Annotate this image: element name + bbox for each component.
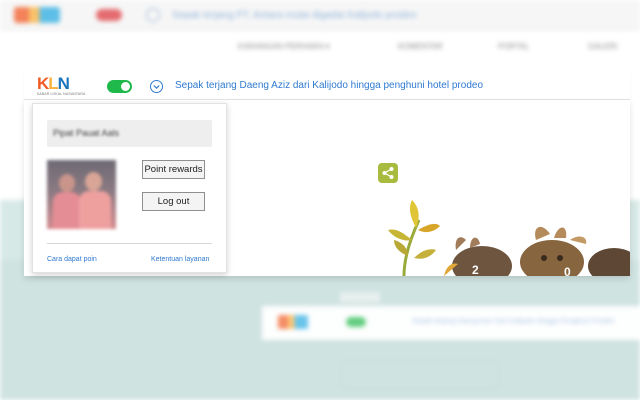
divider (47, 243, 212, 244)
share-icon[interactable] (378, 163, 398, 183)
bg-topbar: Sepak terjang PT. Antara mulai digadai K… (0, 0, 640, 30)
bg-card-toggle (346, 317, 366, 327)
user-popup: Pipat Pauat Aals Point rewards Log out C… (32, 103, 227, 273)
log-out-button[interactable]: Log out (142, 192, 205, 211)
klik-logo[interactable]: KLN KABAR LOKAL NUSANTARA (37, 74, 85, 98)
logo-wordmark: KLN (37, 74, 70, 93)
bg-card-text: Sepak terjang Daeng Aziz Dari Kalijodo H… (412, 318, 615, 325)
avatar (47, 160, 116, 229)
svg-text:2: 2 (472, 263, 479, 276)
bg-chevron-icon (146, 8, 160, 22)
bg-logo (14, 7, 60, 23)
terms-link[interactable]: Ketentuan layanan (151, 256, 209, 263)
logo-tagline: KABAR LOKAL NUSANTARA (37, 92, 86, 96)
bg-toggle (96, 9, 122, 21)
svg-text:0: 0 (564, 265, 571, 276)
bg-nav: KARANGAN PERHARA ▾ KOMENTAR PORTAL GALER… (0, 30, 640, 70)
headline-link[interactable]: Sepak terjang Daeng Aziz dari Kalijodo h… (175, 80, 483, 91)
bg-card-logo (278, 315, 308, 329)
doodle-illustration: 2 0 (388, 200, 630, 276)
bg-nav-item: KOMENTAR (398, 42, 443, 51)
user-name: Pipat Pauat Aals (53, 128, 120, 138)
chevron-down-circle-icon[interactable] (150, 80, 163, 93)
bg-card-ghost (340, 292, 380, 302)
bg-headline: Sepak terjang PT. Antara mulai digadai K… (172, 10, 417, 21)
toggle-knob (121, 82, 130, 91)
bg-nav-item: GALERI (588, 42, 618, 51)
bg-nav-item: KARANGAN PERHARA ▾ (238, 42, 330, 51)
bg-nav-item: PORTAL (498, 42, 530, 51)
earn-points-link[interactable]: Cara dapat poin (47, 256, 97, 263)
extension-bar: KLN KABAR LOKAL NUSANTARA Sepak terjang … (24, 72, 630, 100)
point-rewards-button[interactable]: Point rewards (142, 160, 205, 179)
bg-sketch (340, 360, 500, 390)
toggle-switch-icon[interactable] (107, 80, 132, 93)
user-name-box: Pipat Pauat Aals (47, 120, 212, 147)
